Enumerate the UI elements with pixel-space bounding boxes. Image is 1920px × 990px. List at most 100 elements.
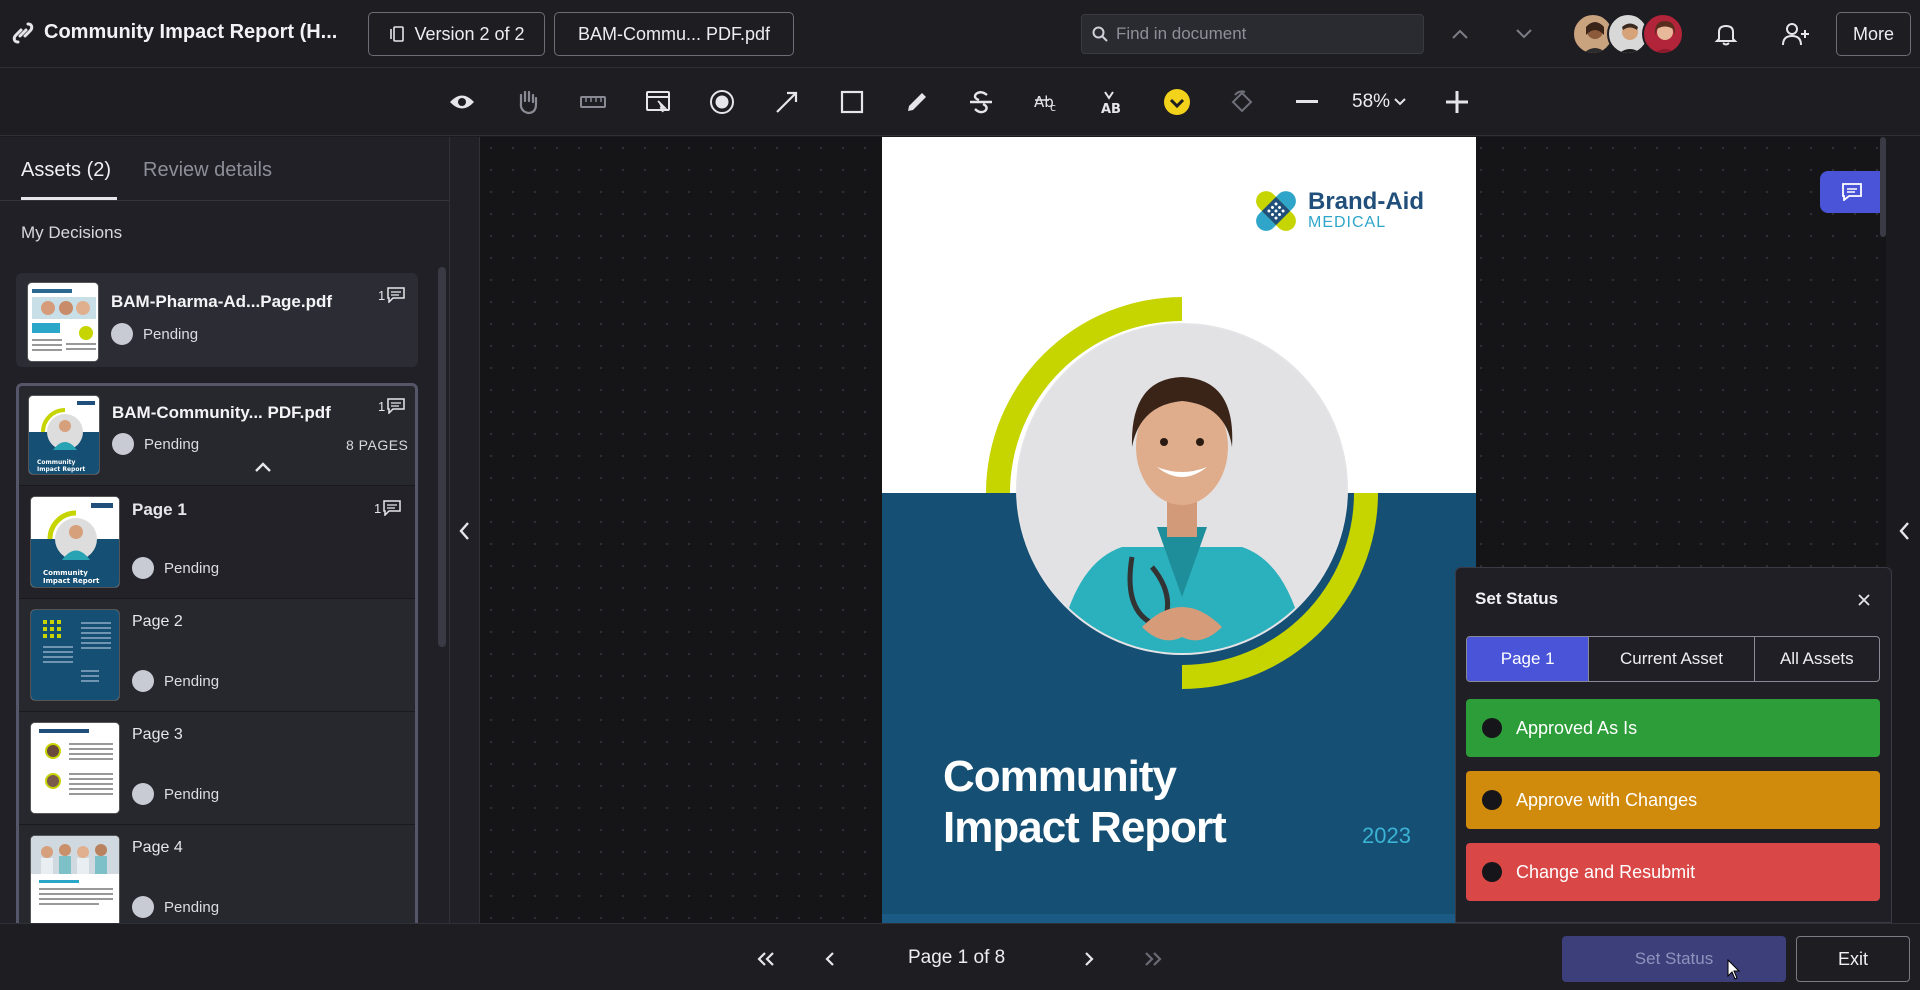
approved-as-is-option[interactable]: Approved As Is [1466, 699, 1880, 757]
document-title: Community Impact Report (H... [44, 21, 338, 43]
brand-subtitle: MEDICAL [1308, 214, 1387, 231]
file-button[interactable]: BAM-Commu... PDF.pdf [554, 12, 794, 56]
active-tab-indicator [21, 197, 117, 200]
comments-panel-button[interactable] [1820, 171, 1884, 213]
replace-text-tool[interactable]: Ab c [1032, 87, 1062, 117]
chevron-right-icon [1085, 952, 1094, 966]
exit-button[interactable]: Exit [1796, 936, 1910, 982]
chevron-up-icon[interactable] [253, 460, 273, 474]
status-scope-selector: Page 1 Current Asset All Assets [1466, 636, 1880, 682]
page-label: Page 1 [132, 500, 187, 519]
first-page-button[interactable] [751, 944, 781, 974]
set-status-popover: Set Status Page 1 Current Asset All Asse… [1455, 567, 1892, 923]
plus-icon [1446, 91, 1468, 113]
previous-match-button[interactable] [1446, 20, 1474, 48]
replace-text-icon: Abc [1034, 93, 1056, 114]
more-button[interactable]: More [1836, 12, 1911, 56]
status-radio [1482, 790, 1502, 810]
collapse-left-panel-button[interactable] [450, 137, 480, 923]
asset-thumbnail: Community Impact Report [28, 395, 100, 475]
measure-tool[interactable] [578, 87, 608, 117]
asset-card[interactable]: BAM-Pharma-Ad...Page.pdf Pending 1 [16, 273, 418, 367]
next-match-button[interactable] [1510, 20, 1538, 48]
comment-count-value: 1 [374, 500, 382, 516]
asset-name: BAM-Community... PDF.pdf [112, 403, 331, 422]
zoom-in-button[interactable] [1442, 87, 1472, 117]
avatar[interactable] [1642, 13, 1684, 55]
scope-tab-page[interactable]: Page 1 [1467, 637, 1590, 681]
chevron-down-icon [1394, 98, 1406, 106]
hero-photo [986, 297, 1378, 689]
double-chevron-left-icon [757, 952, 774, 966]
search-icon [1092, 26, 1108, 42]
arrow-icon [776, 91, 798, 113]
notifications-icon[interactable] [1712, 20, 1740, 48]
pan-tool[interactable] [513, 87, 543, 117]
status-indicator [132, 783, 154, 805]
arrow-tool[interactable] [772, 87, 802, 117]
scope-tab-all-assets[interactable]: All Assets [1755, 637, 1879, 681]
change-and-resubmit-option[interactable]: Change and Resubmit [1466, 843, 1880, 901]
cover-title-line2: Impact Report [943, 803, 1227, 852]
set-status-button[interactable]: Set Status [1562, 936, 1786, 982]
svg-text:AB: AB [1101, 102, 1121, 115]
strikethrough-tool[interactable] [966, 87, 996, 117]
versions-icon [390, 26, 405, 42]
comment-icon [1842, 183, 1862, 201]
document-page[interactable]: Brand-Aid MEDICAL Community Impact Repor… [882, 137, 1476, 923]
comment-count[interactable]: 1 [378, 287, 405, 303]
view-tool[interactable] [447, 87, 477, 117]
top-bar: Community Impact Report (H... Version 2 … [0, 0, 1920, 68]
page-thumbnail [30, 835, 120, 923]
page-item-3[interactable]: Page 3 Pending [19, 711, 415, 824]
next-page-button[interactable] [1074, 944, 1104, 974]
option-label: Change and Resubmit [1516, 861, 1696, 882]
panel-scrollbar[interactable] [438, 267, 446, 647]
chevron-down-icon [1516, 29, 1532, 39]
status-indicator [111, 323, 133, 345]
rectangle-tool[interactable] [837, 87, 867, 117]
status-radio [1482, 718, 1502, 738]
tab-assets[interactable]: Assets (2) [21, 159, 111, 182]
comment-count[interactable]: 1 [374, 500, 401, 516]
asset-name: BAM-Pharma-Ad...Page.pdf [111, 292, 333, 311]
status-indicator [112, 433, 134, 455]
previous-page-button[interactable] [815, 944, 845, 974]
last-page-button[interactable] [1138, 944, 1168, 974]
chevron-left-icon [1899, 522, 1909, 540]
brand-aid-logo-icon [1256, 191, 1296, 231]
version-button[interactable]: Version 2 of 2 [368, 12, 545, 56]
page-item-1[interactable]: Community Impact Report Page 1 Pending 1 [19, 485, 415, 598]
comment-count[interactable]: 1 [378, 398, 405, 414]
close-icon[interactable] [1854, 590, 1874, 610]
reviewer-avatars[interactable] [1572, 13, 1684, 55]
asset-card-expanded[interactable]: Community Impact Report BAM-Community...… [16, 383, 418, 923]
page-label: Page 3 [132, 726, 183, 743]
set-status-title: Set Status [1475, 589, 1559, 608]
insert-text-tool[interactable]: AB [1097, 87, 1127, 117]
scope-tab-current-asset[interactable]: Current Asset [1589, 637, 1755, 681]
page-bottom-strip [882, 914, 1476, 923]
svg-text:Community: Community [37, 459, 75, 466]
freehand-tool[interactable] [902, 87, 932, 117]
approve-with-changes-option[interactable]: Approve with Changes [1466, 771, 1880, 829]
status-text: Pending [164, 673, 220, 690]
svg-text:Community: Community [43, 569, 88, 577]
version-label: Version 2 of 2 [414, 23, 525, 44]
add-user-icon[interactable] [1780, 20, 1810, 48]
cover-title: Community Impact Report [943, 751, 1227, 853]
rotate-tool[interactable] [1227, 87, 1257, 117]
area-select-tool[interactable] [643, 87, 673, 117]
record-tool[interactable] [707, 87, 737, 117]
page-item-4[interactable]: Page 4 Pending [19, 824, 415, 923]
panel-tabs: Assets (2) Review details [0, 137, 449, 201]
tab-review-details[interactable]: Review details [143, 159, 272, 182]
zoom-level-dropdown[interactable]: 58% [1352, 91, 1406, 113]
strikethrough-icon [970, 91, 992, 114]
zoom-out-button[interactable] [1292, 87, 1322, 117]
highlight-tool[interactable] [1162, 87, 1192, 117]
page-item-2[interactable]: Page 2 Pending [19, 598, 415, 711]
search-input[interactable]: Find in document [1081, 14, 1424, 54]
app-logo-icon [12, 22, 34, 44]
page-navigation-bar: Page 1 of 8 Set Status Exit [0, 923, 1920, 990]
